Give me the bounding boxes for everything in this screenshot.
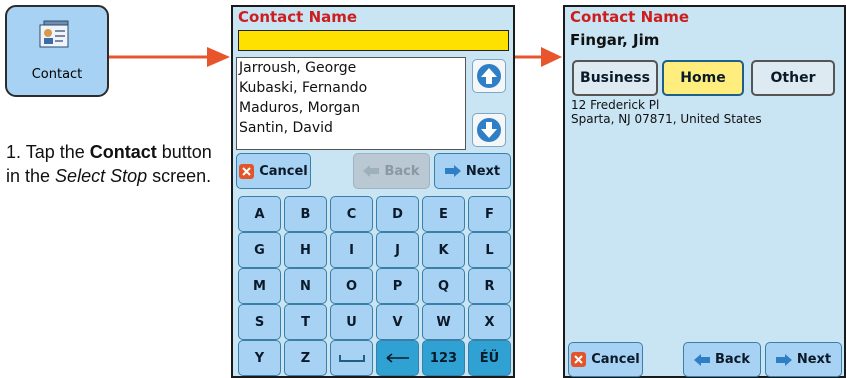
back-button[interactable]: Back	[683, 342, 761, 377]
key-button[interactable]: J	[376, 232, 419, 268]
next-label: Next	[465, 163, 501, 179]
contact-detail-screen: Contact Name Fingar, Jim Business Home O…	[563, 5, 846, 378]
contact-card-icon	[39, 20, 69, 48]
list-item[interactable]: Kubaski, Fernando	[237, 78, 465, 98]
back-label: Back	[714, 352, 751, 367]
scroll-down-button[interactable]	[472, 113, 506, 147]
key-button[interactable]: M	[238, 268, 281, 304]
key-button[interactable]: C	[330, 196, 373, 232]
arrow-down-icon	[477, 118, 501, 142]
tab-other[interactable]: Other	[751, 60, 835, 96]
key-button[interactable]: O	[330, 268, 373, 304]
key-button[interactable]: 123	[422, 340, 465, 376]
list-item[interactable]: Jarroush, George	[237, 58, 465, 78]
scroll-up-button[interactable]	[472, 59, 506, 93]
key-button[interactable]: L	[468, 232, 511, 268]
close-icon	[239, 163, 255, 179]
key-button[interactable]: Z	[284, 340, 327, 376]
key-button[interactable]: D	[376, 196, 419, 232]
arrow-left-icon	[363, 165, 380, 177]
contact-search-screen: Contact Name Jarroush, George Kubaski, F…	[231, 5, 515, 378]
key-button[interactable]: K	[422, 232, 465, 268]
cancel-label: Cancel	[591, 352, 640, 367]
screen-title: Contact Name	[238, 8, 358, 26]
cancel-button[interactable]: Cancel	[568, 342, 643, 377]
key-button[interactable]: A	[238, 196, 281, 232]
key-button[interactable]: Y	[238, 340, 281, 376]
space-key[interactable]	[330, 340, 373, 376]
key-button[interactable]: N	[284, 268, 327, 304]
key-button[interactable]: R	[468, 268, 511, 304]
address: 12 Frederick Pl Sparta, NJ 07871, United…	[571, 98, 762, 126]
tab-business[interactable]: Business	[572, 60, 658, 96]
next-button[interactable]: Next	[765, 342, 842, 377]
key-button[interactable]: H	[284, 232, 327, 268]
next-label: Next	[796, 352, 832, 367]
contact-button-label: Contact	[31, 67, 83, 82]
close-icon	[571, 352, 587, 367]
next-button[interactable]: Next	[434, 153, 511, 189]
cancel-button[interactable]: Cancel	[236, 153, 311, 189]
key-button[interactable]: ÉÜ	[468, 340, 511, 376]
key-button[interactable]: W	[422, 304, 465, 340]
arrow-right-icon	[775, 353, 792, 366]
key-button[interactable]: F	[468, 196, 511, 232]
key-button[interactable]: S	[238, 304, 281, 340]
arrow-up-icon	[477, 64, 501, 88]
back-label: Back	[384, 163, 420, 179]
arrow-right-icon	[109, 47, 230, 67]
address-line: Sparta, NJ 07871, United States	[571, 112, 762, 126]
key-button[interactable]: P	[376, 268, 419, 304]
address-line: 12 Frederick Pl	[571, 98, 660, 112]
contact-button[interactable]: Contact	[5, 5, 109, 97]
arrow-right-icon	[515, 47, 562, 67]
key-button[interactable]: V	[376, 304, 419, 340]
space-icon	[338, 355, 365, 362]
arrow-right-icon	[444, 165, 461, 177]
contact-name: Fingar, Jim	[570, 31, 660, 49]
instruction-text: 1. Tap the Contact button in the Select …	[6, 142, 212, 186]
key-button[interactable]: E	[422, 196, 465, 232]
key-button[interactable]: U	[330, 304, 373, 340]
key-button[interactable]: B	[284, 196, 327, 232]
key-button[interactable]: X	[468, 304, 511, 340]
arrow-left-icon	[693, 353, 710, 366]
list-item[interactable]: Santin, David	[237, 118, 465, 138]
contact-search-input[interactable]	[238, 30, 509, 51]
backspace-key[interactable]	[376, 340, 419, 376]
screen-title: Contact Name	[570, 8, 690, 26]
cancel-label: Cancel	[259, 163, 308, 179]
tab-home[interactable]: Home	[662, 60, 744, 96]
back-button[interactable]: Back	[353, 153, 430, 189]
backspace-icon	[386, 353, 409, 363]
key-button[interactable]: T	[284, 304, 327, 340]
key-button[interactable]: Q	[422, 268, 465, 304]
list-item[interactable]: Maduros, Morgan	[237, 98, 465, 118]
key-button[interactable]: G	[238, 232, 281, 268]
key-button[interactable]: I	[330, 232, 373, 268]
contact-list[interactable]: Jarroush, George Kubaski, Fernando Madur…	[236, 57, 466, 150]
